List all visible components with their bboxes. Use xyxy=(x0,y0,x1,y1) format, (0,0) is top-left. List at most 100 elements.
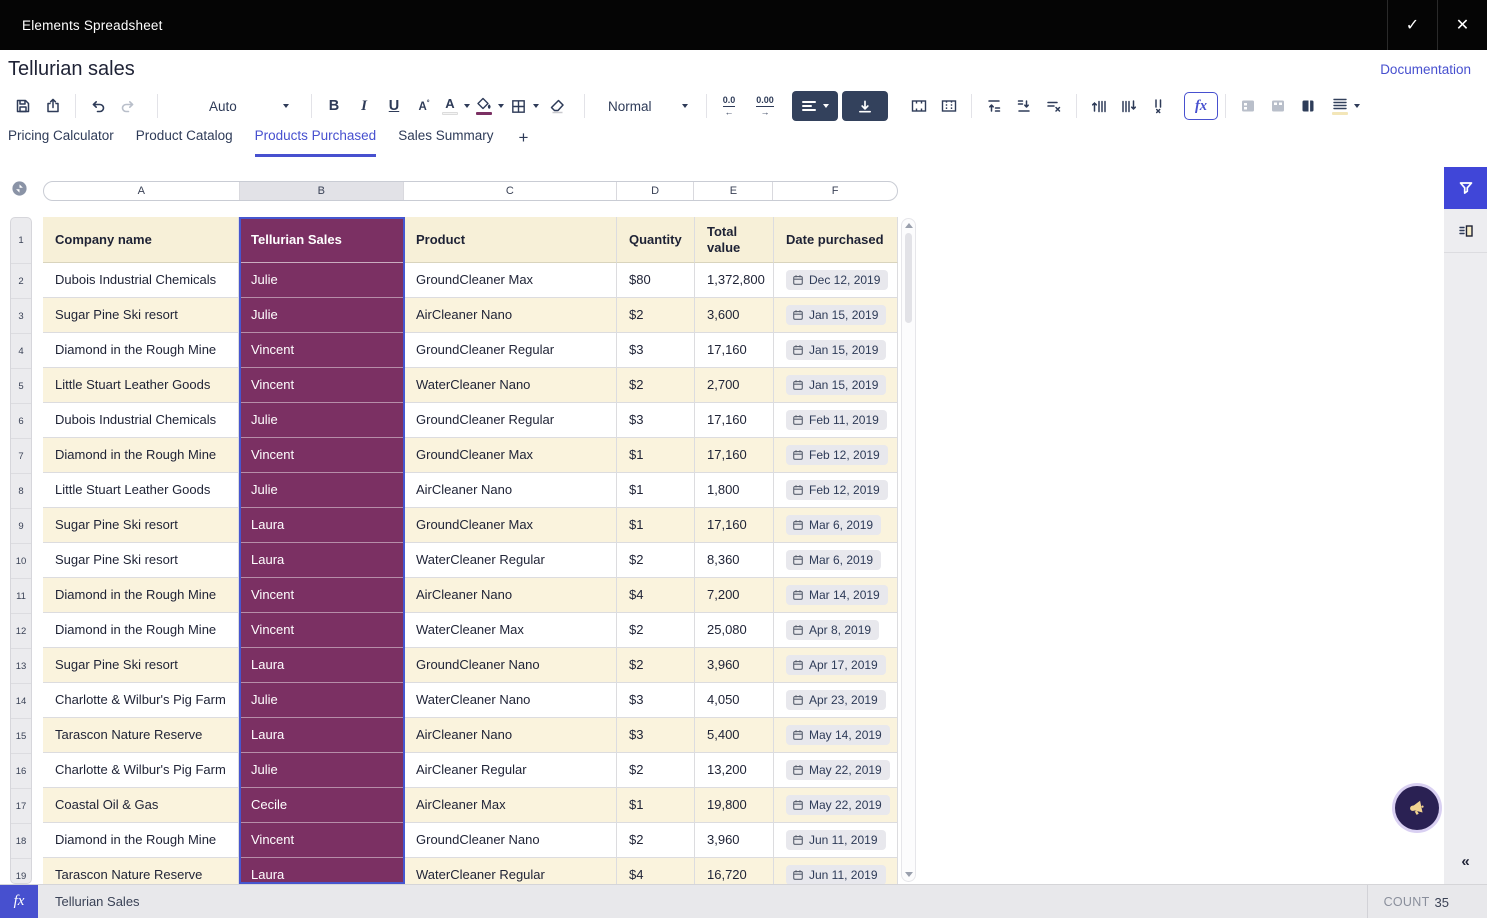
cell-date-purchased[interactable]: May 14, 2019 xyxy=(774,718,898,753)
text-color-button[interactable]: A xyxy=(439,91,473,121)
cell-date-purchased[interactable]: Jan 15, 2019 xyxy=(774,298,898,333)
cell-product[interactable]: AirCleaner Regular xyxy=(404,753,617,788)
date-chip[interactable]: Mar 6, 2019 xyxy=(786,515,881,535)
cell-company-name[interactable]: Sugar Pine Ski resort xyxy=(43,508,239,543)
export-button[interactable] xyxy=(38,91,68,121)
row-number[interactable]: 19 xyxy=(11,859,31,884)
add-sheet-button[interactable]: + xyxy=(512,128,534,157)
insert-row-below-button[interactable] xyxy=(1009,91,1039,121)
cell-tellurian-sales[interactable]: Laura xyxy=(239,543,404,578)
clear-formatting-button[interactable] xyxy=(542,91,572,121)
column-header-f[interactable]: F xyxy=(773,182,897,200)
cell-tellurian-sales[interactable]: Julie xyxy=(239,403,404,438)
cell-product[interactable]: GroundCleaner Max xyxy=(404,508,617,543)
row-number[interactable]: 4 xyxy=(11,334,31,369)
underline-button[interactable]: U xyxy=(379,91,409,121)
cell-total-value[interactable]: 3,960 xyxy=(695,823,774,858)
date-chip[interactable]: Apr 8, 2019 xyxy=(786,620,879,640)
cell-product[interactable]: WaterCleaner Regular xyxy=(404,543,617,578)
date-chip[interactable]: Dec 12, 2019 xyxy=(786,270,888,290)
row-number[interactable]: 3 xyxy=(11,299,31,334)
cell-company-name[interactable]: Sugar Pine Ski resort xyxy=(43,543,239,578)
header-total-value[interactable]: Total value xyxy=(695,217,774,263)
cell-tellurian-sales[interactable]: Laura xyxy=(239,648,404,683)
number-format-dropdown[interactable]: Auto xyxy=(201,91,297,121)
cell-tellurian-sales[interactable]: Vincent xyxy=(239,333,404,368)
row-number[interactable]: 13 xyxy=(11,649,31,684)
cell-quantity[interactable]: $2 xyxy=(617,613,695,648)
cell-tellurian-sales[interactable]: Julie xyxy=(239,473,404,508)
cell-total-value[interactable]: 13,200 xyxy=(695,753,774,788)
cell-quantity[interactable]: $1 xyxy=(617,473,695,508)
save-button[interactable] xyxy=(8,91,38,121)
row-number[interactable]: 2 xyxy=(11,264,31,299)
date-chip[interactable]: Jun 11, 2019 xyxy=(786,830,886,850)
cell-quantity[interactable]: $2 xyxy=(617,298,695,333)
row-number[interactable]: 1 xyxy=(11,218,31,264)
confirm-button[interactable]: ✓ xyxy=(1387,0,1437,50)
cell-tellurian-sales[interactable]: Julie xyxy=(239,753,404,788)
row-number[interactable]: 8 xyxy=(11,474,31,509)
cell-tellurian-sales[interactable]: Vincent xyxy=(239,613,404,648)
cell-date-purchased[interactable]: Mar 6, 2019 xyxy=(774,543,898,578)
cell-total-value[interactable]: 2,700 xyxy=(695,368,774,403)
date-chip[interactable]: Feb 12, 2019 xyxy=(786,445,888,465)
cell-company-name[interactable]: Sugar Pine Ski resort xyxy=(43,648,239,683)
row-number[interactable]: 10 xyxy=(11,544,31,579)
column-header-c[interactable]: C xyxy=(404,182,617,200)
cell-date-purchased[interactable]: Jun 11, 2019 xyxy=(774,823,898,858)
cell-date-purchased[interactable]: Mar 14, 2019 xyxy=(774,578,898,613)
cell-quantity[interactable]: $4 xyxy=(617,578,695,613)
date-chip[interactable]: Jan 15, 2019 xyxy=(786,305,886,325)
column-header-b[interactable]: B xyxy=(240,182,405,200)
merge-cells-button[interactable] xyxy=(904,91,934,121)
cell-total-value[interactable]: 4,050 xyxy=(695,683,774,718)
cell-total-value[interactable]: 8,360 xyxy=(695,543,774,578)
unmerge-cells-button[interactable] xyxy=(934,91,964,121)
date-chip[interactable]: Jun 11, 2019 xyxy=(786,865,886,884)
cell-company-name[interactable]: Diamond in the Rough Mine xyxy=(43,333,239,368)
cell-company-name[interactable]: Diamond in the Rough Mine xyxy=(43,578,239,613)
cell-product[interactable]: AirCleaner Nano xyxy=(404,578,617,613)
cell-company-name[interactable]: Charlotte & Wilbur's Pig Farm xyxy=(43,753,239,788)
cell-total-value[interactable]: 17,160 xyxy=(695,333,774,368)
table-header-row-button[interactable] xyxy=(1263,91,1293,121)
cell-quantity[interactable]: $3 xyxy=(617,718,695,753)
cell-company-name[interactable]: Diamond in the Rough Mine xyxy=(43,823,239,858)
row-number[interactable]: 14 xyxy=(11,684,31,719)
borders-button[interactable] xyxy=(507,91,542,121)
cell-total-value[interactable]: 7,200 xyxy=(695,578,774,613)
header-product[interactable]: Product xyxy=(404,217,617,263)
cell-tellurian-sales[interactable]: Julie xyxy=(239,683,404,718)
cell-date-purchased[interactable]: Mar 6, 2019 xyxy=(774,508,898,543)
italic-button[interactable]: I xyxy=(349,91,379,121)
font-style-button[interactable]: A° xyxy=(409,91,439,121)
cell-date-purchased[interactable]: Feb 11, 2019 xyxy=(774,403,898,438)
cell-total-value[interactable]: 25,080 xyxy=(695,613,774,648)
cell-tellurian-sales[interactable]: Cecile xyxy=(239,788,404,823)
tab-product-catalog[interactable]: Product Catalog xyxy=(136,128,233,157)
scroll-down-icon[interactable] xyxy=(905,872,913,877)
cell-tellurian-sales[interactable]: Julie xyxy=(239,298,404,333)
select-all-button[interactable] xyxy=(11,180,28,202)
field-list-button[interactable] xyxy=(1444,209,1487,253)
row-number[interactable]: 9 xyxy=(11,509,31,544)
date-chip[interactable]: Apr 17, 2019 xyxy=(786,655,886,675)
date-chip[interactable]: Jan 15, 2019 xyxy=(786,375,886,395)
cell-total-value[interactable]: 16,720 xyxy=(695,858,774,884)
formula-bar-button[interactable]: fx xyxy=(0,885,38,918)
cell-product[interactable]: AirCleaner Nano xyxy=(404,473,617,508)
date-chip[interactable]: Mar 6, 2019 xyxy=(786,550,881,570)
cell-total-value[interactable]: 17,160 xyxy=(695,438,774,473)
cell-product[interactable]: WaterCleaner Nano xyxy=(404,683,617,718)
cell-company-name[interactable]: Dubois Industrial Chemicals xyxy=(43,263,239,298)
cell-date-purchased[interactable]: Feb 12, 2019 xyxy=(774,473,898,508)
cell-quantity[interactable]: $3 xyxy=(617,403,695,438)
cell-product[interactable]: GroundCleaner Max xyxy=(404,263,617,298)
cell-product[interactable]: GroundCleaner Regular xyxy=(404,333,617,368)
insert-column-right-button[interactable] xyxy=(1114,91,1144,121)
cell-quantity[interactable]: $1 xyxy=(617,438,695,473)
cell-company-name[interactable]: Little Stuart Leather Goods xyxy=(43,473,239,508)
tab-pricing-calculator[interactable]: Pricing Calculator xyxy=(8,128,114,157)
cell-date-purchased[interactable]: Apr 23, 2019 xyxy=(774,683,898,718)
